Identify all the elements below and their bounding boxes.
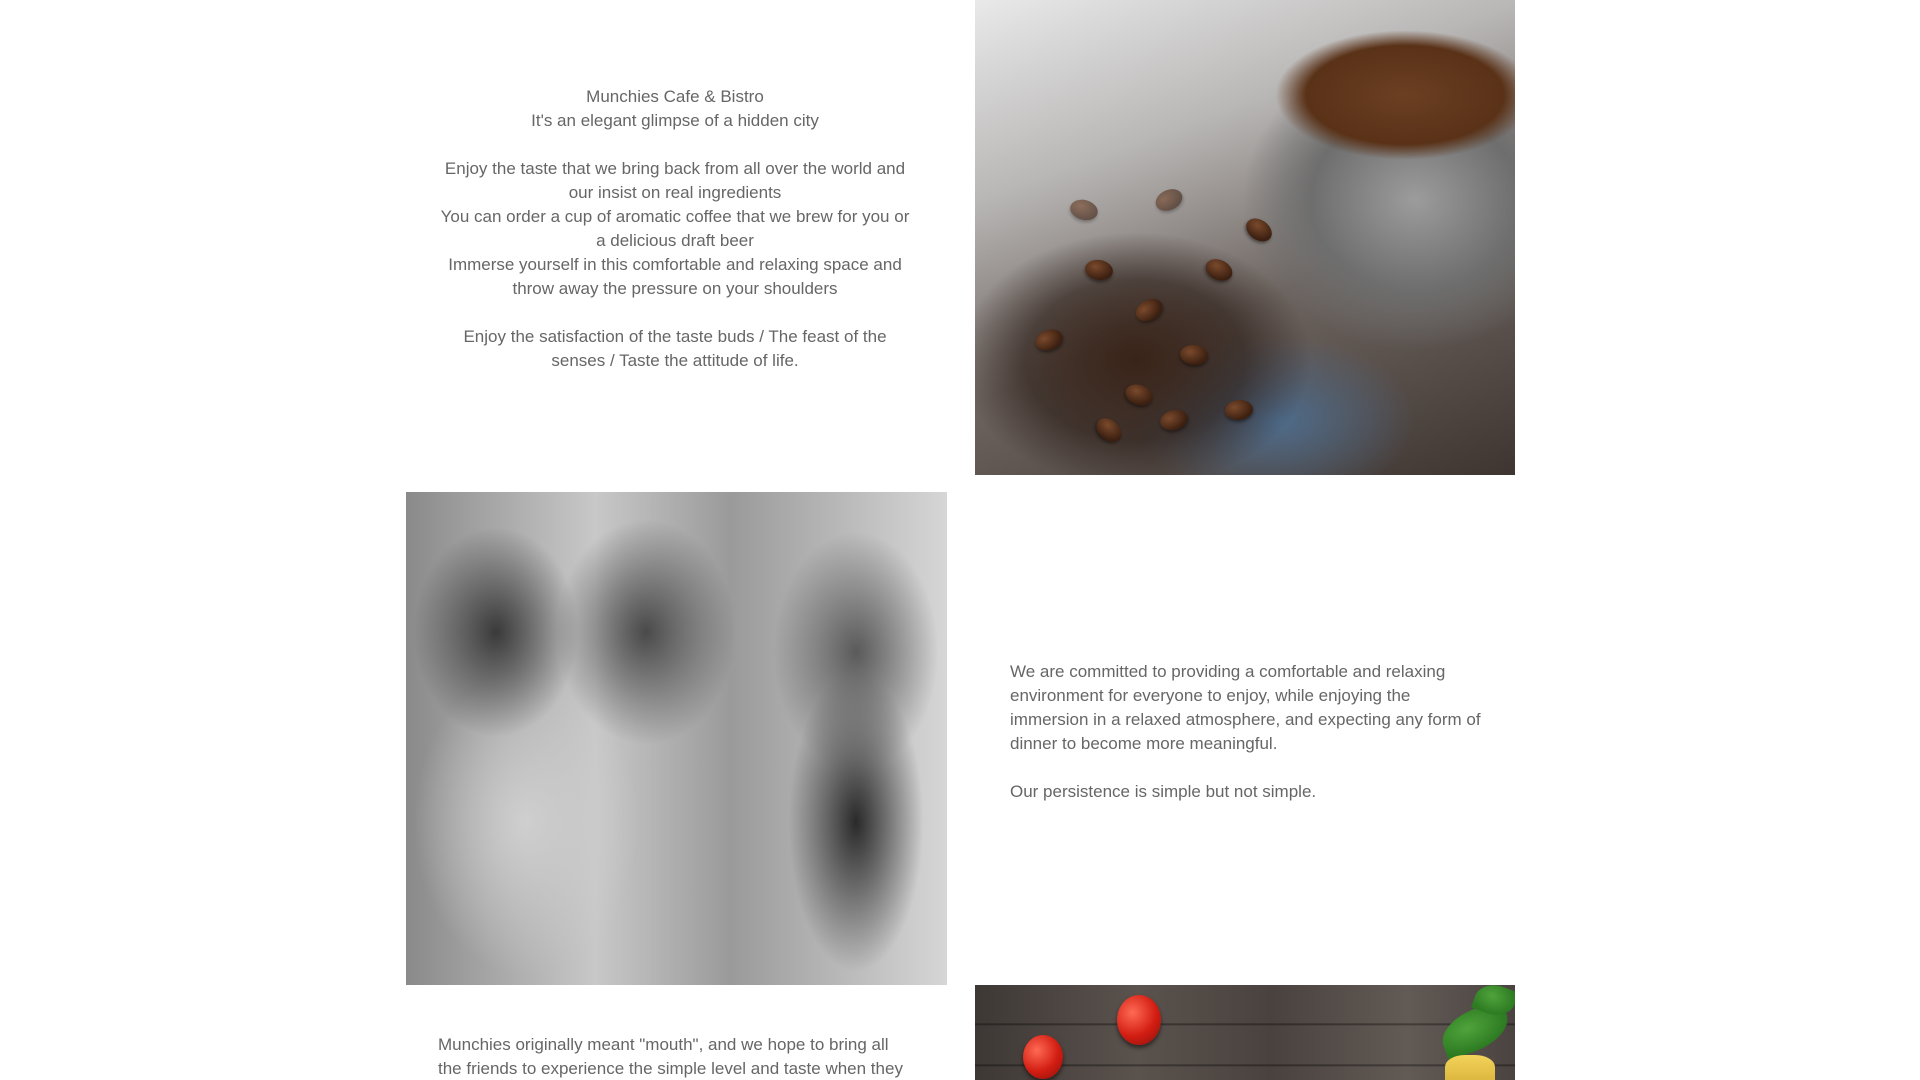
origin-paragraph: Munchies originally meant "mouth", and w… [438,1035,903,1078]
coffee-portafilter-image [975,0,1515,475]
coffee-bean [1202,255,1236,285]
kitchen-staff-image [406,492,947,985]
coffee-bean [1122,380,1156,410]
coffee-bean [1091,413,1127,447]
tomato [1023,1035,1063,1079]
coffee-bean [1157,406,1191,434]
coffee-bean [1241,213,1277,247]
persistence-line: Our persistence is simple but not simple… [1010,782,1317,801]
intro-line-relax: Immerse yourself in this comfortable and… [448,255,902,298]
coffee-bean [1179,343,1209,367]
coffee-bean [1224,398,1254,422]
intro-line-coffee: You can order a cup of aromatic coffee t… [440,207,910,250]
cafe-tagline: It's an elegant glimpse of a hidden city [531,111,819,130]
cafe-name: Munchies Cafe & Bistro [586,87,764,106]
commitment-paragraph: We are committed to providing a comforta… [1010,662,1481,753]
pasta-piece [1445,1055,1495,1080]
coffee-bean [1032,325,1066,355]
origin-section: Munchies originally meant "mouth", and w… [438,1033,913,1080]
ingredients-table-image [975,985,1515,1080]
tomato [1117,995,1161,1045]
intro-closing: Enjoy the satisfaction of the taste buds… [463,327,887,370]
coffee-bean [1067,196,1101,224]
intro-section: Munchies Cafe & Bistro It's an elegant g… [437,85,913,373]
commitment-section: We are committed to providing a comforta… [1010,660,1485,804]
coffee-bean [1152,185,1186,215]
coffee-bean [1131,294,1167,326]
intro-line-ingredients: Enjoy the taste that we bring back from … [444,159,906,202]
coffee-bean [1083,257,1115,283]
